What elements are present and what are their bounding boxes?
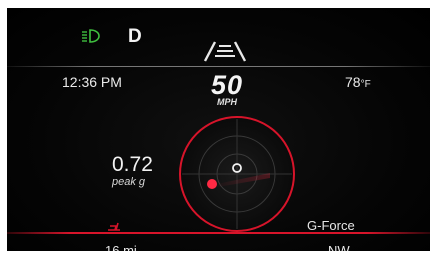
cluster-screen: D 12:36 PM 50 MPH 78°F 0.72 peak g G-For… <box>7 8 430 251</box>
clock: 12:36 PM <box>62 74 122 90</box>
display-frame: D 12:36 PM 50 MPH 78°F 0.72 peak g G-For… <box>0 0 437 255</box>
trip-range: 16 mi <box>105 243 137 251</box>
peak-g-label: peak g <box>112 176 146 188</box>
srt-logo-icon <box>108 222 120 231</box>
top-divider <box>7 66 430 67</box>
g-force-mode-label: G-Force <box>307 218 355 233</box>
bottom-divider <box>7 232 430 234</box>
g-force-current-dot <box>207 179 217 189</box>
g-force-meter <box>179 116 295 232</box>
lane-sense-icon <box>203 41 247 62</box>
temperature-value: 78 <box>345 74 361 90</box>
outside-temperature: 78°F <box>345 74 371 90</box>
gear-indicator: D <box>128 26 142 47</box>
compass-heading: NW <box>328 243 350 251</box>
speed-unit: MPH <box>217 97 237 107</box>
peak-g-value: 0.72 <box>112 153 153 176</box>
headlamp-icon <box>82 29 100 43</box>
temperature-unit: °F <box>360 79 371 90</box>
